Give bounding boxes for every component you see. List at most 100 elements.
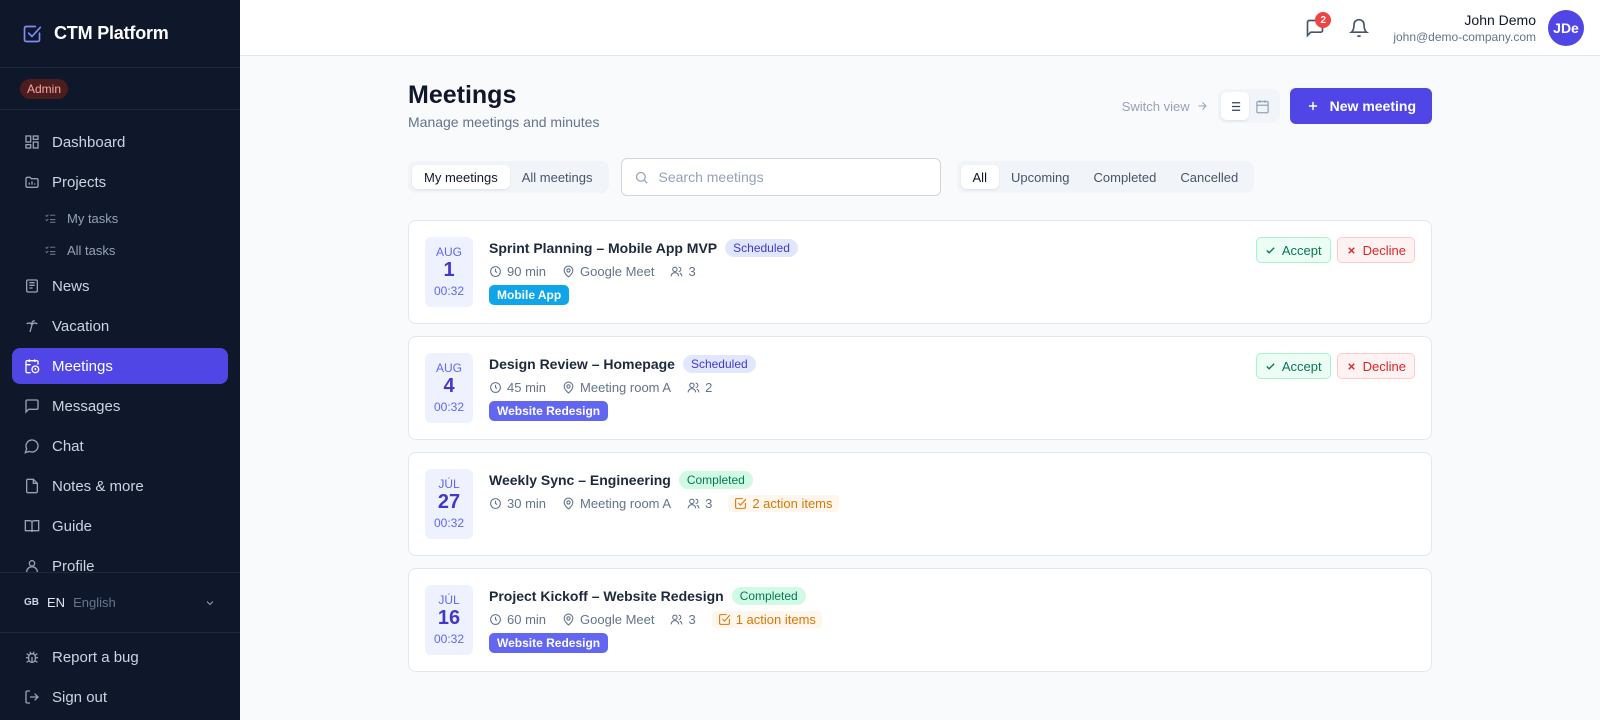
tab-cancelled[interactable]: Cancelled <box>1168 165 1250 189</box>
attendees: 3 <box>670 263 696 279</box>
sidebar-item-meetings[interactable]: Meetings <box>12 348 228 384</box>
sidebar-item-label: Notes & more <box>52 477 144 495</box>
accept-button[interactable]: Accept <box>1255 353 1331 379</box>
sidebar-item-news[interactable]: News <box>12 268 228 304</box>
status-badge: Completed <box>731 587 806 605</box>
messages-button[interactable]: 2 <box>1297 10 1333 46</box>
brand[interactable]: CTM Platform <box>0 0 240 68</box>
search-box <box>620 158 941 196</box>
status-tabs: All Upcoming Completed Cancelled <box>956 161 1255 193</box>
rsvp-actions: Accept Decline <box>1255 237 1415 263</box>
clock-icon <box>490 497 501 509</box>
project-tag[interactable]: Mobile App <box>489 285 570 305</box>
sidebar-item-profile[interactable]: Profile <box>12 548 228 572</box>
attendees-count: 3 <box>688 263 696 279</box>
avatar[interactable]: JDe <box>1548 10 1584 46</box>
new-meeting-label: New meeting <box>1329 98 1416 114</box>
sidebar-item-chat[interactable]: Chat <box>12 428 228 464</box>
location: Meeting room A <box>562 496 671 511</box>
note-icon <box>26 478 38 494</box>
language-name: English <box>73 595 116 610</box>
decline-label: Decline <box>1362 358 1406 374</box>
date-day: 1 <box>443 259 455 281</box>
users-icon <box>687 382 700 392</box>
search-icon <box>635 171 648 184</box>
calendar-view-button[interactable] <box>1249 92 1277 120</box>
check-icon <box>1266 362 1275 370</box>
map-pin-icon <box>563 613 574 626</box>
project-tag[interactable]: Website Redesign <box>489 633 609 653</box>
newspaper-icon <box>26 279 38 293</box>
sidebar-item-label: Dashboard <box>52 133 126 151</box>
decline-button[interactable]: Decline <box>1336 353 1415 379</box>
sidebar: CTM Platform Admin Dashboard Projects My… <box>0 0 240 720</box>
user-email: john@demo-company.com <box>1393 30 1536 44</box>
meeting-title: Design Review – Homepage <box>489 356 675 372</box>
meeting-card[interactable]: JÚL 27 00:32 Weekly Sync – Engineering C… <box>408 452 1432 556</box>
tab-all-meetings[interactable]: All meetings <box>510 165 605 189</box>
date-box: JÚL 16 00:32 <box>425 585 473 655</box>
sidebar-item-all-tasks[interactable]: All tasks <box>12 236 228 264</box>
project-tag[interactable]: Website Redesign <box>489 401 609 421</box>
tab-completed[interactable]: Completed <box>1082 165 1169 189</box>
report-bug-button[interactable]: Report a bug <box>12 639 228 675</box>
location: Meeting room A <box>562 380 671 395</box>
meeting-card[interactable]: AUG 4 00:32 Design Review – Homepage Sch… <box>408 336 1432 440</box>
list-view-button[interactable] <box>1220 92 1249 120</box>
search-input[interactable] <box>658 169 919 185</box>
map-pin-icon <box>563 381 574 394</box>
decline-button[interactable]: Decline <box>1336 237 1415 263</box>
sidebar-item-guide[interactable]: Guide <box>12 508 228 544</box>
date-box: JÚL 27 00:32 <box>425 469 473 539</box>
sidebar-item-messages[interactable]: Messages <box>12 388 228 424</box>
duration: 90 min <box>489 264 546 279</box>
main-content: Meetings Manage meetings and minutes Swi… <box>408 56 1432 684</box>
sidebar-item-label: Guide <box>52 517 93 535</box>
role-badge: Admin <box>20 78 69 99</box>
duration-text: 90 min <box>507 263 547 279</box>
chat-bubble-icon <box>24 439 39 454</box>
date-time: 00:32 <box>433 400 465 414</box>
sidebar-item-my-tasks[interactable]: My tasks <box>12 204 228 232</box>
tab-all[interactable]: All <box>960 165 999 189</box>
sign-out-button[interactable]: Sign out <box>12 679 228 715</box>
location-text: Meeting room A <box>580 495 672 511</box>
date-box: AUG 4 00:32 <box>425 353 473 423</box>
date-month: AUG <box>435 361 462 375</box>
duration: 45 min <box>489 380 546 395</box>
meeting-card[interactable]: JÚL 16 00:32 Project Kickoff – Website R… <box>408 568 1432 672</box>
tab-my-meetings[interactable]: My meetings <box>412 165 510 189</box>
accept-button[interactable]: Accept <box>1255 237 1331 263</box>
bug-icon <box>26 651 38 663</box>
meta-row: 45 min Meeting room A 2 <box>489 377 756 397</box>
top-bar: 2 John Demo john@demo-company.com JDe <box>240 0 1600 56</box>
accept-label: Accept <box>1281 358 1322 374</box>
checkbox-logo-icon <box>23 25 42 42</box>
new-meeting-button[interactable]: New meeting <box>1289 88 1432 124</box>
clock-icon <box>490 381 501 393</box>
meeting-card[interactable]: AUG 1 00:32 Sprint Planning – Mobile App… <box>408 220 1432 324</box>
sidebar-item-vacation[interactable]: Vacation <box>12 308 228 344</box>
notifications-button[interactable] <box>1341 10 1377 46</box>
sidebar-item-label: Messages <box>52 397 121 415</box>
duration: 60 min <box>489 612 546 627</box>
sidebar-item-label: Projects <box>52 173 107 191</box>
tab-upcoming[interactable]: Upcoming <box>999 165 1082 189</box>
title-row: Sprint Planning – Mobile App MVP Schedul… <box>489 237 798 259</box>
sidebar-item-dashboard[interactable]: Dashboard <box>12 124 228 160</box>
meta-row: 90 min Google Meet 3 <box>489 261 798 281</box>
sidebar-item-projects[interactable]: Projects <box>12 164 228 200</box>
arrow-right-icon <box>1198 102 1207 110</box>
flag-label: GB <box>24 597 39 608</box>
sidebar-item-notes[interactable]: Notes & more <box>12 468 228 504</box>
date-time: 00:32 <box>433 284 465 298</box>
sign-out-label: Sign out <box>52 688 108 706</box>
filters-bar: My meetings All meetings All Upcoming Co… <box>408 158 1432 196</box>
sidebar-item-label: Meetings <box>52 357 113 375</box>
sidebar-footer: GB EN English Report a bug Sign out <box>0 572 240 719</box>
meeting-title: Weekly Sync – Engineering <box>489 472 671 488</box>
language-select[interactable]: GB EN English <box>0 573 240 633</box>
user-info[interactable]: John Demo john@demo-company.com <box>1393 11 1536 45</box>
sidebar-item-label: Profile <box>52 557 95 573</box>
users-icon <box>671 614 683 624</box>
